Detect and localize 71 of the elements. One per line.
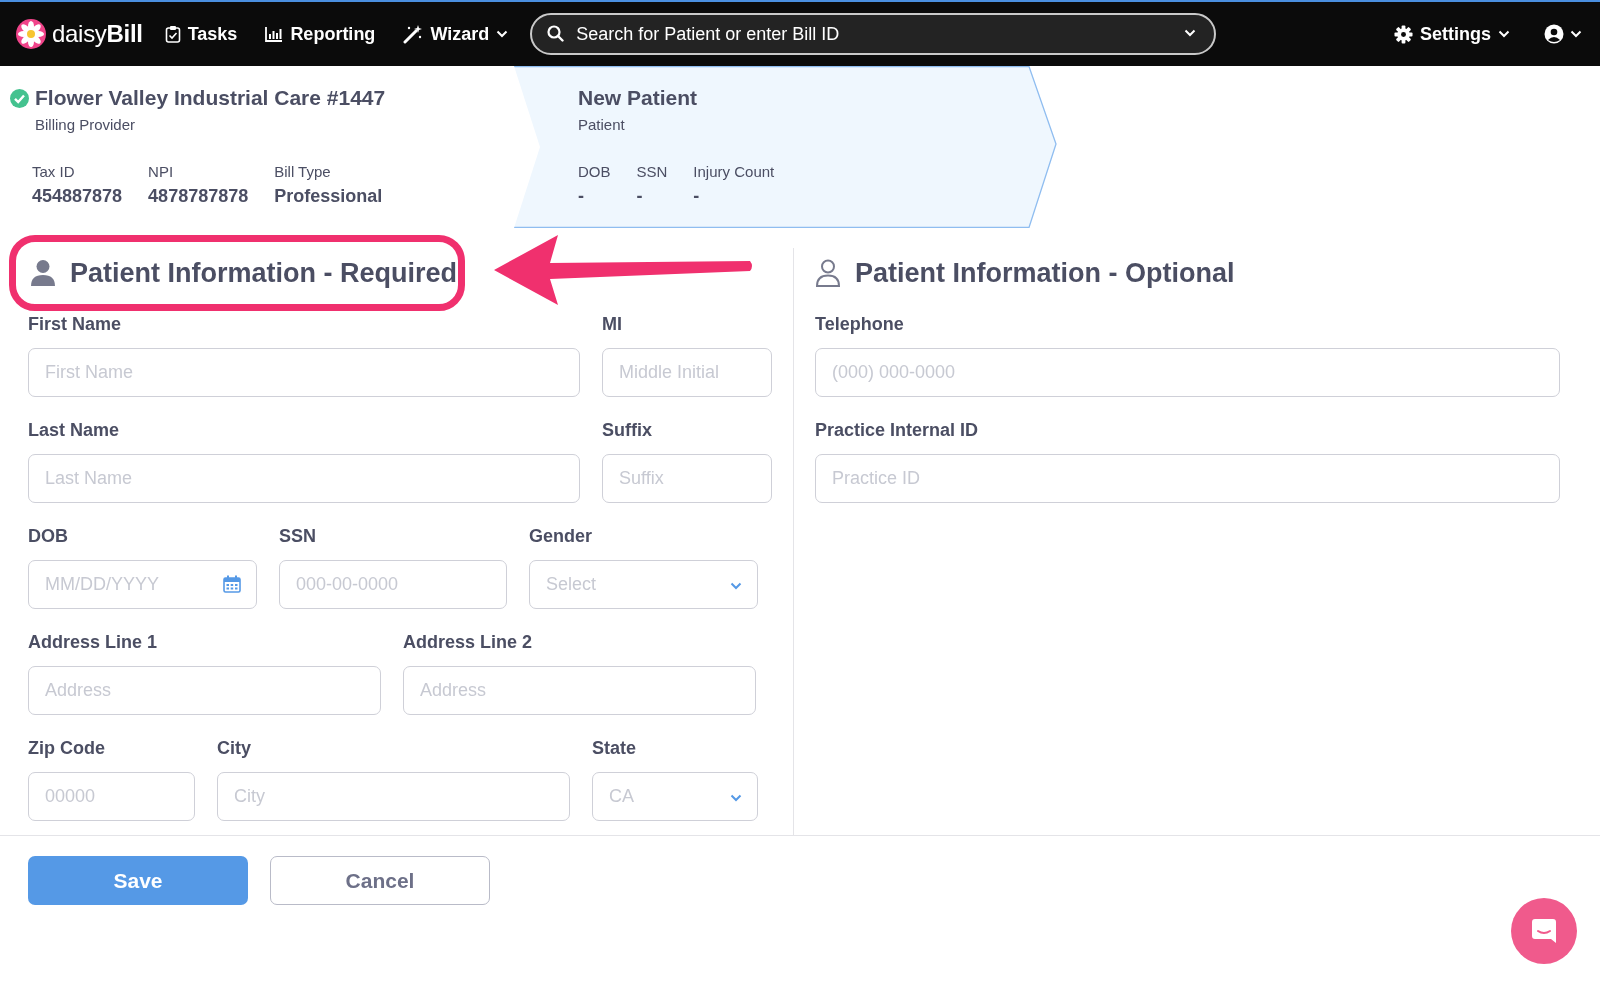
input-field[interactable]: Address <box>28 666 381 715</box>
nav-menu-item[interactable]: Wizard <box>403 23 509 45</box>
provider-name: Flower Valley Industrial Care #1447 <box>35 86 386 110</box>
nav-menu-item[interactable]: Reporting <box>265 23 376 45</box>
field-label: Practice Internal ID <box>815 420 980 442</box>
patient-name: New Patient <box>578 86 699 110</box>
info-value: 4878787878 <box>148 186 249 207</box>
input-field[interactable]: Last Name <box>28 454 580 503</box>
info-value: - <box>636 186 644 207</box>
input-field[interactable]: Address <box>403 666 756 715</box>
settings-icon <box>1394 24 1413 44</box>
caret-icon <box>730 794 742 802</box>
info-label: NPI <box>148 163 175 180</box>
info-label: Injury Count <box>693 163 775 180</box>
brand-name[interactable]: daisyBill <box>52 20 143 48</box>
magic-wand-icon <box>403 24 424 44</box>
field-label: Last Name <box>28 420 121 442</box>
patient-subtitle: Patient <box>578 116 626 133</box>
user-menu[interactable] <box>1544 24 1582 44</box>
search-icon <box>547 25 565 42</box>
field-label: Address Line 1 <box>28 632 159 654</box>
input-field[interactable]: 00000 <box>28 772 195 821</box>
daisy-logo-icon[interactable] <box>16 19 46 49</box>
section-title: Patient Information - Required <box>70 257 458 289</box>
user-avatar-icon <box>1544 24 1564 44</box>
input-field[interactable]: First Name <box>28 348 580 397</box>
bar-chart-icon <box>265 26 284 42</box>
field-label: First Name <box>28 314 123 336</box>
caret-icon <box>730 582 742 590</box>
input-field[interactable]: Middle Initial <box>602 348 772 397</box>
input-field[interactable]: (000) 000-0000 <box>815 348 1560 397</box>
nav-menu-item[interactable]: Tasks <box>164 23 238 45</box>
field-label: Address Line 2 <box>403 632 534 654</box>
caret-icon <box>1184 29 1197 37</box>
field-label: Suffix <box>602 420 653 442</box>
chat-icon <box>1530 917 1558 945</box>
input-field[interactable]: Suffix <box>602 454 772 503</box>
search-field[interactable]: Search for Patient or enter Bill ID <box>530 13 1217 55</box>
info-label: SSN <box>636 163 668 180</box>
info-label: Bill Type <box>274 163 332 180</box>
select-dropdown[interactable]: CA <box>592 772 758 821</box>
cancel-button[interactable]: Cancel <box>270 856 490 905</box>
field-label: State <box>592 738 637 760</box>
field-label: DOB <box>28 526 69 548</box>
caret-icon <box>1498 30 1510 38</box>
field-label: MI <box>602 314 623 336</box>
info-value: Professional <box>274 186 383 207</box>
caret-icon <box>1570 30 1582 38</box>
input-field[interactable]: City <box>217 772 570 821</box>
clipboard-check-icon <box>164 25 181 43</box>
date-field[interactable]: MM/DD/YYYY <box>28 560 257 609</box>
input-field[interactable]: 000-00-0000 <box>279 560 507 609</box>
info-label: DOB <box>578 163 611 180</box>
field-label: Zip Code <box>28 738 106 760</box>
field-label: City <box>217 738 252 760</box>
field-label: Telephone <box>815 314 905 336</box>
settings-menu[interactable]: Settings <box>1388 22 1516 46</box>
person-icon <box>30 259 56 287</box>
input-field[interactable]: Practice ID <box>815 454 1560 503</box>
caret-icon <box>496 30 509 38</box>
calendar-icon[interactable] <box>223 575 241 593</box>
section-title: Patient Information - Optional <box>855 257 1235 289</box>
provider-subtitle: Billing Provider <box>35 116 137 133</box>
field-label: SSN <box>279 526 317 548</box>
info-value: 454887878 <box>32 186 123 207</box>
field-label: Gender <box>529 526 594 548</box>
info-label: Tax ID <box>32 163 76 180</box>
info-value: - <box>693 186 701 207</box>
select-dropdown[interactable]: Select <box>529 560 758 609</box>
info-value: - <box>578 186 585 207</box>
person-outline-icon <box>815 259 841 287</box>
